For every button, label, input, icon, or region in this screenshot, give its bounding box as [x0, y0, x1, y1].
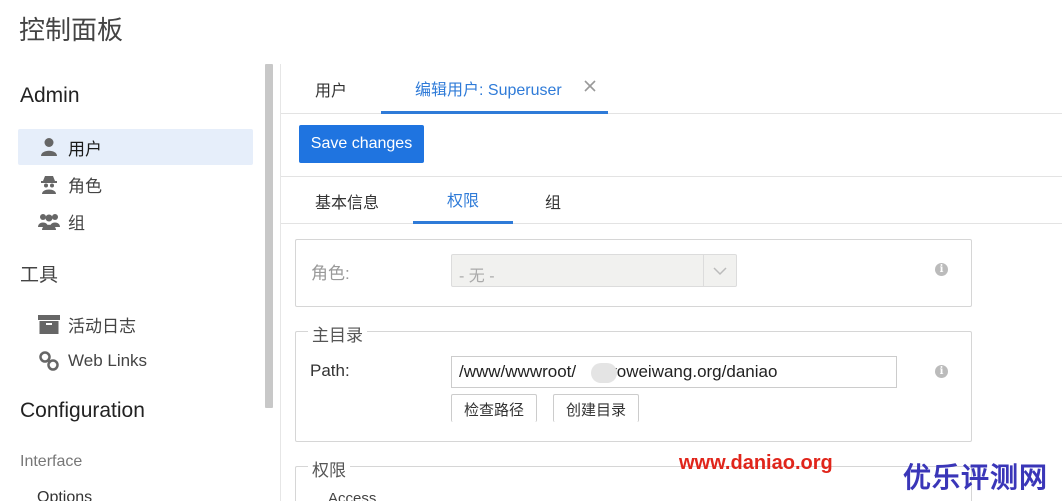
path-label: Path: — [310, 361, 350, 380]
sidebar-item-label: Web Links — [68, 351, 148, 370]
sidebar: Admin 用户 角色 组 工具 活动日志 Web Links Configur… — [0, 64, 265, 501]
access-label: Access — [328, 490, 377, 501]
save-button[interactable]: Save changes — [299, 125, 424, 163]
sidebar-item-label: 角色 — [68, 176, 102, 196]
tab-label: 编辑用户: Superuser — [415, 81, 562, 99]
watermark-brand: 优乐评测网 — [903, 461, 1049, 494]
role-select: - 无 - — [451, 254, 737, 287]
tab-permissions[interactable]: 权限 — [413, 177, 513, 224]
tab-edit-user[interactable]: 编辑用户: Superuser — [381, 64, 608, 114]
tab-groups[interactable]: 组 — [513, 177, 593, 224]
create-directory-button[interactable]: 创建目录 — [553, 394, 640, 422]
sidebar-item-options[interactable]: Options — [37, 489, 92, 501]
divider — [280, 64, 281, 501]
page-title: 控制面板 — [19, 16, 124, 46]
sidebar-item-label: 活动日志 — [68, 316, 136, 336]
sidebar-item-users[interactable]: 用户 — [18, 129, 253, 165]
sidebar-scrollbar[interactable] — [265, 64, 273, 408]
sidebar-heading-configuration: Configuration — [20, 399, 145, 422]
info-icon[interactable]: i — [935, 365, 948, 378]
permissions-panel — [295, 466, 972, 501]
check-path-button[interactable]: 检查路径 — [451, 394, 538, 422]
role-select-value: - 无 - — [459, 268, 495, 285]
tab-users[interactable]: 用户 — [315, 64, 347, 114]
select-divider — [703, 255, 704, 286]
home-directory-legend: 主目录 — [308, 321, 367, 346]
user-subtabs: 基本信息 权限 组 — [281, 176, 1062, 224]
archive-icon — [38, 313, 60, 335]
path-input[interactable] — [451, 356, 897, 388]
sidebar-heading-tools: 工具 — [20, 264, 59, 286]
sidebar-item-activity-log[interactable]: 活动日志 — [18, 306, 253, 342]
tab-label: 组 — [545, 194, 562, 212]
info-icon[interactable]: i — [935, 263, 948, 276]
sidebar-item-groups[interactable]: 组 — [18, 203, 253, 239]
spy-icon — [38, 173, 60, 195]
redacted-blur — [591, 363, 617, 383]
sidebar-item-roles[interactable]: 角色 — [18, 166, 253, 202]
close-icon[interactable] — [582, 78, 598, 94]
tab-label: 基本信息 — [315, 194, 380, 212]
role-label: 角色: — [311, 264, 350, 283]
watermark-url: www.daniao.org — [679, 452, 833, 474]
chevron-down-icon — [713, 264, 727, 278]
tab-label: 用户 — [315, 83, 348, 100]
sidebar-heading-admin: Admin — [20, 84, 80, 107]
permissions-legend: 权限 — [308, 456, 350, 481]
tab-label: 权限 — [446, 193, 479, 210]
sidebar-subheading-interface: Interface — [20, 453, 83, 470]
editor-tabs: 用户 编辑用户: Superuser — [281, 64, 1062, 114]
sidebar-item-label: 组 — [68, 213, 85, 233]
user-icon — [38, 136, 60, 158]
users-icon — [38, 210, 60, 232]
sidebar-item-web-links[interactable]: Web Links — [18, 343, 253, 379]
sidebar-item-label: 用户 — [68, 139, 102, 159]
tab-basic-info[interactable]: 基本信息 — [295, 177, 415, 224]
link-icon — [38, 350, 60, 372]
